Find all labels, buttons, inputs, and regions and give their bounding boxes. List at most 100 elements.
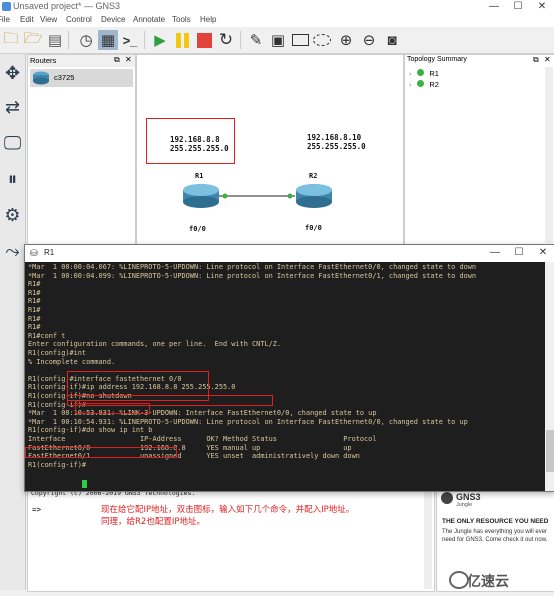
watermark-logo: 亿速云	[467, 574, 509, 590]
console-all-icon[interactable]: >_	[120, 30, 140, 50]
gns3-logo-icon	[441, 492, 453, 504]
terminal-line: *Mar 1 00:00:04.067: %LINEPROTO-5-UPDOWN…	[28, 263, 477, 271]
menu-edit[interactable]: Edit	[20, 15, 34, 24]
zoom-out-icon[interactable]: ⊖	[359, 30, 379, 50]
terminal-close-button[interactable]: ✕	[531, 246, 554, 260]
terminal-line: R1(config-if)#	[28, 460, 87, 469]
news-brand: GNS3	[456, 492, 481, 502]
r2-label: R2	[309, 172, 318, 180]
router-list-item[interactable]: c3725	[30, 69, 133, 87]
topology-scrollbar[interactable]	[545, 67, 553, 243]
terminal-line: R1#	[28, 280, 41, 289]
router-r1[interactable]	[181, 182, 221, 210]
end-devices-category-icon[interactable]: 🖵	[1, 130, 24, 156]
terminal-line: R1#	[28, 306, 41, 314]
screenshot-icon[interactable]: ◙	[382, 30, 402, 50]
topology-node-label: R1	[429, 69, 439, 78]
router-r2[interactable]	[294, 182, 334, 210]
status-dot-icon	[416, 80, 424, 87]
topology-canvas[interactable]: 192.168.8.8 255.255.255.0 192.168.8.10 2…	[136, 54, 404, 246]
topology-node-r2[interactable]: › R2	[409, 79, 439, 89]
draw-ellipse-icon[interactable]	[312, 30, 332, 50]
terminal-line: R1(config)#int	[28, 349, 87, 357]
start-all-icon[interactable]: ▶	[150, 30, 170, 50]
routers-category-icon[interactable]: ✥	[1, 60, 24, 86]
window-titlebar: Unsaved project* — GNS3 — ☐ ✕	[0, 0, 554, 14]
link-layer	[219, 193, 295, 199]
terminal-screen[interactable]: *Mar 1 00:00:04.067: %LINEPROTO-5-UPDOWN…	[25, 262, 545, 491]
save-project-icon[interactable]: ▤	[45, 30, 65, 50]
terminal-title: R1	[44, 248, 55, 257]
menu-tools[interactable]: Tools	[172, 15, 191, 24]
r1-label: R1	[195, 172, 204, 180]
dock-float-icon[interactable]: ⧉	[114, 55, 120, 65]
terminal-scrollbar[interactable]	[545, 262, 554, 491]
terminal-minimize-button[interactable]: —	[483, 246, 507, 260]
terminal-line: R1#	[28, 323, 41, 332]
toolbar-separator	[144, 31, 145, 49]
gns3-app-icon	[2, 2, 11, 11]
minimize-button[interactable]: —	[482, 0, 506, 14]
terminal-line: Interface IP-Address OK? Method Status P…	[28, 435, 377, 443]
stop-all-icon[interactable]	[194, 30, 214, 50]
menu-view[interactable]: View	[40, 15, 57, 24]
terminal-window-r1[interactable]: ⛁ R1 — ☐ ✕ *Mar 1 00:00:04.067: %LINEPRO…	[24, 244, 554, 492]
switches-category-icon[interactable]: ⇄	[1, 94, 24, 120]
router-item-label: c3725	[54, 73, 75, 82]
terminal-cursor	[82, 480, 87, 488]
news-headline[interactable]: THE ONLY RESOURCE YOU NEED	[442, 518, 548, 525]
console-scrollbar[interactable]	[424, 489, 432, 589]
topology-summary-title: Topology Summary	[407, 56, 467, 63]
terminal-line: R1#conf t	[28, 331, 66, 340]
r2-interface-label: f0/0	[305, 224, 322, 232]
menu-help[interactable]: Help	[200, 15, 216, 24]
draw-rectangle-icon[interactable]	[290, 30, 310, 50]
news-body: The Jungle has everything you will ever …	[442, 529, 548, 543]
console-prompt: =>	[32, 505, 42, 514]
dock-float-icon[interactable]: ⧉	[533, 55, 539, 65]
routers-dock-header: Routers ⧉ ✕	[28, 55, 135, 67]
topology-node-label: R2	[429, 80, 439, 89]
news-brand-sub: Jungle	[456, 502, 473, 508]
expand-chevron-icon[interactable]: ›	[409, 71, 411, 78]
routers-dock: Routers ⧉ ✕ c3725	[27, 54, 136, 246]
menu-control[interactable]: Control	[66, 15, 92, 24]
terminal-app-icon: ⛁	[30, 248, 38, 258]
all-devices-category-icon[interactable]: ⚙	[1, 202, 24, 228]
close-button[interactable]: ✕	[530, 0, 554, 14]
snapshot-icon[interactable]: ◷	[76, 30, 96, 50]
console-dock: Copyright (c) 2006-2019 GNS3 Technologie…	[27, 488, 435, 592]
terminal-line: *Mar 1 00:10:54.931: %LINEPROTO-5-UPDOWN…	[28, 417, 468, 426]
insert-picture-icon[interactable]: ▣	[268, 30, 288, 50]
menu-device[interactable]: Device	[101, 15, 125, 24]
add-link-icon[interactable]: ⤳	[1, 238, 24, 264]
add-note-icon[interactable]: ✎	[246, 30, 266, 50]
toolbar-separator	[68, 31, 69, 49]
status-dot-icon	[416, 69, 424, 76]
terminal-line: *Mar 1 00:00:04.099: %LINEPROTO-5-UPDOWN…	[28, 271, 477, 280]
topology-summary-dock: Topology Summary ⧉ ✕ › R1 › R2	[404, 54, 554, 246]
new-project-icon[interactable]: 🗀	[1, 30, 21, 50]
maximize-button[interactable]: ☐	[506, 0, 530, 14]
suspend-all-icon[interactable]	[172, 30, 192, 50]
expand-chevron-icon[interactable]: ›	[409, 82, 411, 89]
open-project-icon[interactable]: 🗁	[23, 30, 43, 50]
menu-file[interactable]: File	[0, 15, 10, 24]
terminal-line: R1#	[28, 288, 41, 297]
show-labels-icon[interactable]: ▦	[98, 30, 118, 50]
router-device-icon	[33, 71, 49, 85]
zoom-in-icon[interactable]: ⊕	[336, 30, 356, 50]
terminal-scroll-thumb[interactable]	[546, 430, 554, 472]
terminal-line: Enter configuration commands, one per li…	[28, 340, 282, 349]
terminal-maximize-button[interactable]: ☐	[507, 246, 531, 260]
security-devices-category-icon[interactable]: ⏸	[1, 166, 24, 192]
annotation-box-show-ip	[25, 447, 177, 458]
r1-interface-label: f0/0	[189, 225, 206, 233]
terminal-line: R1#	[28, 314, 41, 323]
topology-node-r1[interactable]: › R1	[409, 68, 439, 78]
dock-close-icon[interactable]: ✕	[544, 55, 551, 64]
menu-annotate[interactable]: Annotate	[133, 15, 165, 24]
reload-all-icon[interactable]: ↻	[216, 30, 236, 50]
tutorial-annotation-line1: 现在给它配IP地址，双击图标，输入如下几个命令，并配入IP地址。	[101, 505, 355, 515]
dock-close-icon[interactable]: ✕	[125, 55, 132, 64]
